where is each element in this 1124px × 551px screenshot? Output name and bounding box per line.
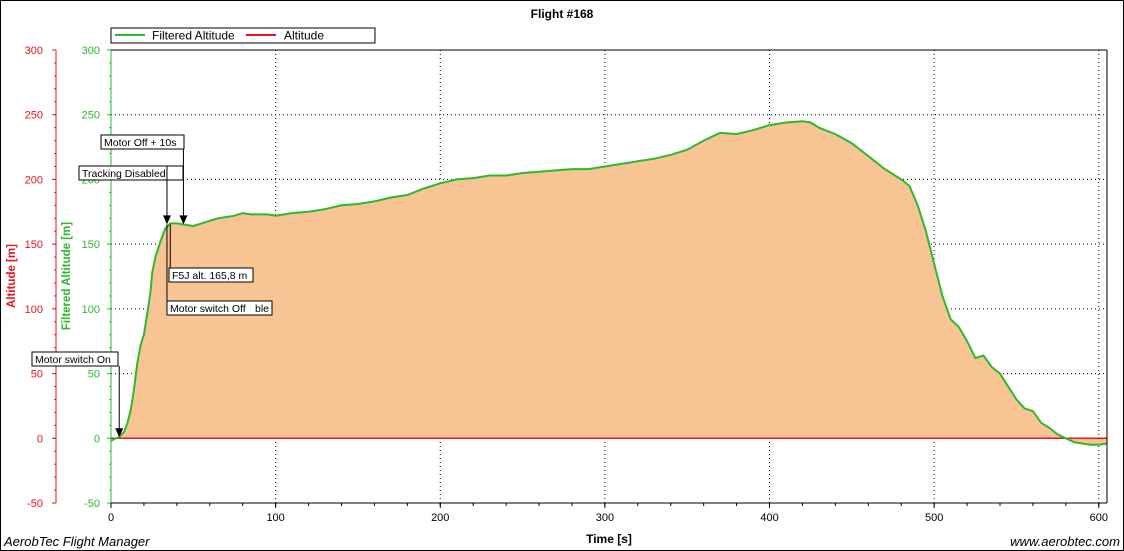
legend-label-altitude: Altitude: [284, 29, 324, 43]
x-tick-label: 600: [1090, 512, 1108, 524]
y-tick-label-right: 100: [82, 304, 100, 316]
y-axis-right-title: Filtered Altitude [m]: [61, 222, 73, 330]
annotation-label: F5J alt. 165,8 m: [172, 270, 248, 282]
y-tick-label-right: 50: [88, 369, 100, 381]
y-tick-label-left: 50: [31, 369, 43, 381]
annotation-label: Motor Off + 10s: [104, 137, 176, 149]
legend-box: [110, 27, 376, 44]
y-tick-label-left: 0: [37, 433, 43, 445]
y-tick-label-left: 100: [25, 304, 43, 316]
x-tick-label: 100: [266, 512, 284, 524]
y-tick-label-left: 150: [25, 239, 43, 251]
footer-app-name: AerobTec Flight Manager: [3, 534, 150, 549]
y-tick-label-left: 300: [25, 45, 43, 57]
y-tick-label-right: -50: [84, 498, 100, 510]
y-tick-label-left: 250: [25, 110, 43, 122]
x-tick-label: 400: [760, 512, 778, 524]
footer-website: www.aerobtec.com: [1010, 534, 1120, 549]
legend: Filtered Altitude Altitude: [110, 27, 376, 44]
x-tick-label: 500: [925, 512, 943, 524]
x-axis-title: Time [s]: [586, 532, 632, 546]
chart-title: Flight #168: [531, 7, 594, 21]
y-tick-label-left: -50: [27, 498, 43, 510]
y-tick-label-left: 200: [25, 174, 43, 186]
y-axis-left-title: Altitude [m]: [6, 244, 18, 308]
y-tick-label-right: 250: [82, 110, 100, 122]
y-tick-label-right: 0: [94, 433, 100, 445]
x-tick-label: 300: [596, 512, 614, 524]
legend-label-filtered: Filtered Altitude: [152, 29, 235, 43]
annotation-label: ble: [255, 303, 269, 315]
flight-chart: Flight #168 -50 -50 0 0 50 50 100 100 150 150 200 2…: [3, 7, 1120, 549]
y-tick-label-right: 300: [82, 45, 100, 57]
annotation-label: Motor switch Off: [170, 303, 246, 315]
annotation-label: Motor switch On: [35, 354, 111, 366]
annotation-label: Tracking Disabled: [82, 168, 166, 180]
x-tick-label: 0: [108, 512, 114, 524]
x-tick-label: 200: [431, 512, 449, 524]
y-tick-label-right: 150: [82, 239, 100, 251]
